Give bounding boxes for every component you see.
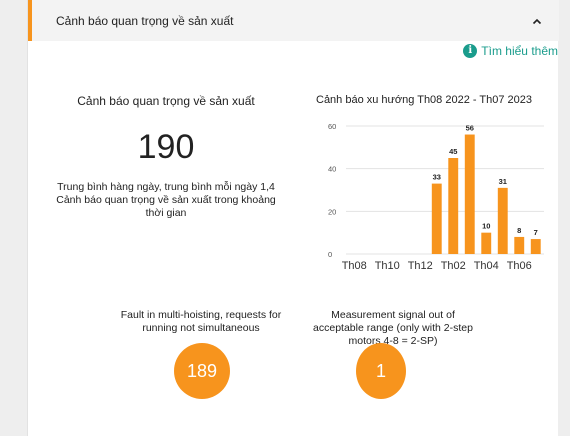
chart-bar (497, 187, 508, 254)
chevron-up-icon[interactable] (529, 13, 545, 29)
y-tick-label: 60 (328, 122, 336, 131)
alert-item-label: Fault in multi-hoisting, requests for ru… (120, 309, 282, 334)
bar-data-label: 56 (466, 124, 474, 133)
alert-count-bubble[interactable]: 189 (174, 343, 230, 399)
y-tick-label: 0 (328, 250, 332, 259)
chart-bar (431, 183, 442, 254)
chart-bar (448, 158, 459, 254)
chart-bar (514, 236, 525, 254)
x-tick-label: Th02 (441, 260, 466, 272)
chart-bar (530, 239, 541, 254)
bar-data-label: 10 (482, 222, 490, 231)
production-alerts-card: Cảnh báo quan trọng về sản xuất i Tìm hi… (27, 0, 559, 436)
bar-data-label: 33 (433, 173, 441, 182)
trend-chart-title: Cảnh báo xu hướng Th08 2022 - Th07 2023 (316, 94, 532, 106)
alert-count-bubble[interactable]: 1 (356, 343, 406, 399)
kpi-description: Trung bình hàng ngày, trung bình mỗi ngà… (56, 181, 276, 219)
y-tick-label: 40 (328, 165, 336, 174)
bar-data-label: 31 (499, 177, 507, 186)
alert-item-label: Measurement signal out of acceptable ran… (313, 309, 473, 347)
y-tick-label: 20 (328, 207, 336, 216)
kpi-value: 190 (137, 128, 195, 166)
bar-data-label: 7 (534, 228, 538, 237)
bar-data-label: 8 (517, 226, 521, 235)
bar-data-label: 45 (449, 147, 457, 156)
x-tick-label: Th10 (375, 260, 400, 272)
chart-bar (464, 134, 475, 254)
header-title: Cảnh báo quan trọng về sản xuất (56, 14, 234, 28)
trend-bar-chart: 0 20 40 60 Th08 Th10 Th12 33 45 Th02 56 10 Th04 31 8 Th… (328, 122, 544, 272)
info-icon: i (463, 44, 478, 58)
x-tick-label: Th08 (342, 260, 367, 272)
kpi-title: Cảnh báo quan trọng về sản xuất (77, 94, 255, 108)
x-tick-label: Th04 (474, 260, 499, 272)
x-tick-label: Th06 (507, 260, 532, 272)
learn-more-link[interactable]: i Tìm hiểu thêm (463, 44, 558, 58)
x-tick-label: Th12 (408, 260, 433, 272)
card-header[interactable]: Cảnh báo quan trọng về sản xuất (28, 0, 559, 41)
chart-bar (481, 232, 492, 254)
header-accent-bar (28, 0, 32, 41)
learn-more-label: Tìm hiểu thêm (481, 44, 558, 58)
